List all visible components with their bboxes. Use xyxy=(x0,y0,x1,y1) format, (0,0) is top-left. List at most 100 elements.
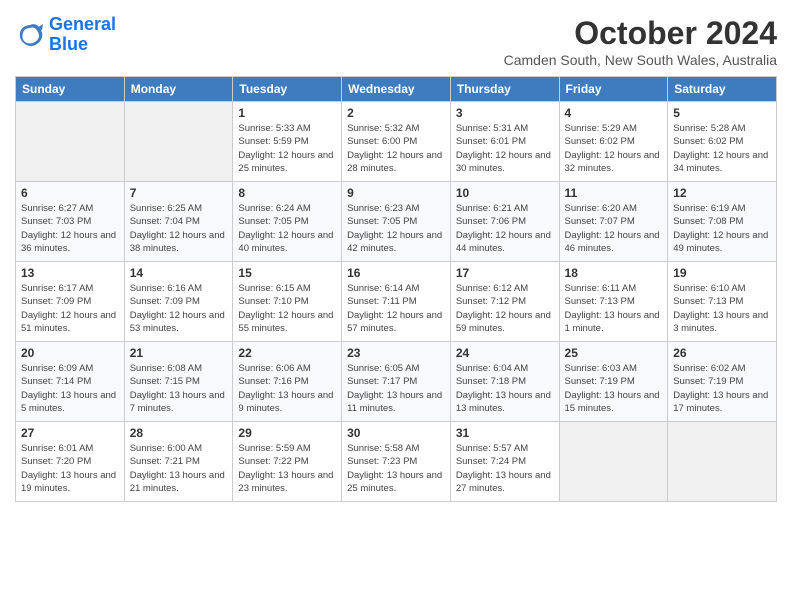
daylight-hours: Daylight: 12 hours and 25 minutes. xyxy=(238,150,333,174)
day-info: Sunrise: 5:57 AM Sunset: 7:24 PM Dayligh… xyxy=(456,442,554,495)
calendar-week-5: 27 Sunrise: 6:01 AM Sunset: 7:20 PM Dayl… xyxy=(16,422,777,502)
sunrise-time: Sunrise: 5:28 AM xyxy=(673,123,745,134)
day-info: Sunrise: 6:02 AM Sunset: 7:19 PM Dayligh… xyxy=(673,362,771,415)
sunset-time: Sunset: 7:03 PM xyxy=(21,216,91,227)
day-info: Sunrise: 6:19 AM Sunset: 7:08 PM Dayligh… xyxy=(673,202,771,255)
sunrise-time: Sunrise: 6:00 AM xyxy=(130,443,202,454)
calendar-day xyxy=(559,422,668,502)
calendar-day: 22 Sunrise: 6:06 AM Sunset: 7:16 PM Dayl… xyxy=(233,342,342,422)
day-number: 22 xyxy=(238,346,336,360)
day-number: 24 xyxy=(456,346,554,360)
day-number: 5 xyxy=(673,106,771,120)
weekday-header-sunday: Sunday xyxy=(16,77,125,102)
calendar-day: 17 Sunrise: 6:12 AM Sunset: 7:12 PM Dayl… xyxy=(450,262,559,342)
day-info: Sunrise: 5:31 AM Sunset: 6:01 PM Dayligh… xyxy=(456,122,554,175)
day-info: Sunrise: 6:08 AM Sunset: 7:15 PM Dayligh… xyxy=(130,362,228,415)
title-area: October 2024 Camden South, New South Wal… xyxy=(504,15,777,68)
day-info: Sunrise: 5:58 AM Sunset: 7:23 PM Dayligh… xyxy=(347,442,445,495)
daylight-hours: Daylight: 12 hours and 32 minutes. xyxy=(565,150,660,174)
sunset-time: Sunset: 7:05 PM xyxy=(347,216,417,227)
sunset-time: Sunset: 7:05 PM xyxy=(238,216,308,227)
daylight-hours: Daylight: 13 hours and 23 minutes. xyxy=(238,470,333,494)
sunset-time: Sunset: 7:17 PM xyxy=(347,376,417,387)
weekday-header-thursday: Thursday xyxy=(450,77,559,102)
day-number: 14 xyxy=(130,266,228,280)
calendar-day: 28 Sunrise: 6:00 AM Sunset: 7:21 PM Dayl… xyxy=(124,422,233,502)
calendar-week-4: 20 Sunrise: 6:09 AM Sunset: 7:14 PM Dayl… xyxy=(16,342,777,422)
logo-text: General Blue xyxy=(49,15,116,55)
calendar-day: 31 Sunrise: 5:57 AM Sunset: 7:24 PM Dayl… xyxy=(450,422,559,502)
daylight-hours: Daylight: 12 hours and 55 minutes. xyxy=(238,310,333,334)
daylight-hours: Daylight: 12 hours and 57 minutes. xyxy=(347,310,442,334)
day-number: 29 xyxy=(238,426,336,440)
day-number: 7 xyxy=(130,186,228,200)
sunset-time: Sunset: 6:02 PM xyxy=(565,136,635,147)
sunrise-time: Sunrise: 6:21 AM xyxy=(456,203,528,214)
sunset-time: Sunset: 7:13 PM xyxy=(673,296,743,307)
daylight-hours: Daylight: 13 hours and 3 minutes. xyxy=(673,310,768,334)
sunrise-time: Sunrise: 6:06 AM xyxy=(238,363,310,374)
calendar-day: 13 Sunrise: 6:17 AM Sunset: 7:09 PM Dayl… xyxy=(16,262,125,342)
calendar-day: 23 Sunrise: 6:05 AM Sunset: 7:17 PM Dayl… xyxy=(342,342,451,422)
calendar-day: 8 Sunrise: 6:24 AM Sunset: 7:05 PM Dayli… xyxy=(233,182,342,262)
day-info: Sunrise: 6:23 AM Sunset: 7:05 PM Dayligh… xyxy=(347,202,445,255)
sunset-time: Sunset: 7:10 PM xyxy=(238,296,308,307)
sunrise-time: Sunrise: 6:20 AM xyxy=(565,203,637,214)
calendar-day: 15 Sunrise: 6:15 AM Sunset: 7:10 PM Dayl… xyxy=(233,262,342,342)
sunset-time: Sunset: 5:59 PM xyxy=(238,136,308,147)
calendar-day: 9 Sunrise: 6:23 AM Sunset: 7:05 PM Dayli… xyxy=(342,182,451,262)
daylight-hours: Daylight: 12 hours and 38 minutes. xyxy=(130,230,225,254)
day-number: 25 xyxy=(565,346,663,360)
sunrise-time: Sunrise: 5:58 AM xyxy=(347,443,419,454)
sunset-time: Sunset: 7:07 PM xyxy=(565,216,635,227)
sunrise-time: Sunrise: 5:57 AM xyxy=(456,443,528,454)
daylight-hours: Daylight: 12 hours and 40 minutes. xyxy=(238,230,333,254)
daylight-hours: Daylight: 13 hours and 27 minutes. xyxy=(456,470,551,494)
day-info: Sunrise: 6:03 AM Sunset: 7:19 PM Dayligh… xyxy=(565,362,663,415)
day-number: 11 xyxy=(565,186,663,200)
day-info: Sunrise: 6:10 AM Sunset: 7:13 PM Dayligh… xyxy=(673,282,771,335)
day-number: 26 xyxy=(673,346,771,360)
sunrise-time: Sunrise: 6:25 AM xyxy=(130,203,202,214)
calendar-day: 10 Sunrise: 6:21 AM Sunset: 7:06 PM Dayl… xyxy=(450,182,559,262)
day-info: Sunrise: 6:09 AM Sunset: 7:14 PM Dayligh… xyxy=(21,362,119,415)
day-number: 15 xyxy=(238,266,336,280)
day-info: Sunrise: 6:06 AM Sunset: 7:16 PM Dayligh… xyxy=(238,362,336,415)
daylight-hours: Daylight: 13 hours and 9 minutes. xyxy=(238,390,333,414)
calendar-table: SundayMondayTuesdayWednesdayThursdayFrid… xyxy=(15,76,777,502)
calendar-day xyxy=(668,422,777,502)
calendar-week-1: 1 Sunrise: 5:33 AM Sunset: 5:59 PM Dayli… xyxy=(16,102,777,182)
sunrise-time: Sunrise: 5:33 AM xyxy=(238,123,310,134)
daylight-hours: Daylight: 13 hours and 17 minutes. xyxy=(673,390,768,414)
calendar-day: 7 Sunrise: 6:25 AM Sunset: 7:04 PM Dayli… xyxy=(124,182,233,262)
daylight-hours: Daylight: 12 hours and 34 minutes. xyxy=(673,150,768,174)
calendar-day: 12 Sunrise: 6:19 AM Sunset: 7:08 PM Dayl… xyxy=(668,182,777,262)
month-title: October 2024 xyxy=(504,15,777,52)
sunset-time: Sunset: 7:23 PM xyxy=(347,456,417,467)
daylight-hours: Daylight: 13 hours and 15 minutes. xyxy=(565,390,660,414)
day-info: Sunrise: 6:04 AM Sunset: 7:18 PM Dayligh… xyxy=(456,362,554,415)
sunset-time: Sunset: 6:02 PM xyxy=(673,136,743,147)
day-number: 16 xyxy=(347,266,445,280)
sunrise-time: Sunrise: 6:05 AM xyxy=(347,363,419,374)
sunset-time: Sunset: 7:22 PM xyxy=(238,456,308,467)
sunset-time: Sunset: 7:14 PM xyxy=(21,376,91,387)
calendar-day: 5 Sunrise: 5:28 AM Sunset: 6:02 PM Dayli… xyxy=(668,102,777,182)
logo: General Blue xyxy=(15,15,116,55)
sunrise-time: Sunrise: 6:19 AM xyxy=(673,203,745,214)
calendar-day: 25 Sunrise: 6:03 AM Sunset: 7:19 PM Dayl… xyxy=(559,342,668,422)
day-info: Sunrise: 5:28 AM Sunset: 6:02 PM Dayligh… xyxy=(673,122,771,175)
sunrise-time: Sunrise: 6:17 AM xyxy=(21,283,93,294)
day-number: 27 xyxy=(21,426,119,440)
sunrise-time: Sunrise: 6:14 AM xyxy=(347,283,419,294)
day-info: Sunrise: 6:21 AM Sunset: 7:06 PM Dayligh… xyxy=(456,202,554,255)
calendar-day: 16 Sunrise: 6:14 AM Sunset: 7:11 PM Dayl… xyxy=(342,262,451,342)
day-info: Sunrise: 6:24 AM Sunset: 7:05 PM Dayligh… xyxy=(238,202,336,255)
day-info: Sunrise: 6:01 AM Sunset: 7:20 PM Dayligh… xyxy=(21,442,119,495)
day-info: Sunrise: 6:25 AM Sunset: 7:04 PM Dayligh… xyxy=(130,202,228,255)
sunset-time: Sunset: 7:09 PM xyxy=(130,296,200,307)
daylight-hours: Daylight: 13 hours and 13 minutes. xyxy=(456,390,551,414)
sunrise-time: Sunrise: 6:12 AM xyxy=(456,283,528,294)
sunrise-time: Sunrise: 6:02 AM xyxy=(673,363,745,374)
day-info: Sunrise: 6:05 AM Sunset: 7:17 PM Dayligh… xyxy=(347,362,445,415)
